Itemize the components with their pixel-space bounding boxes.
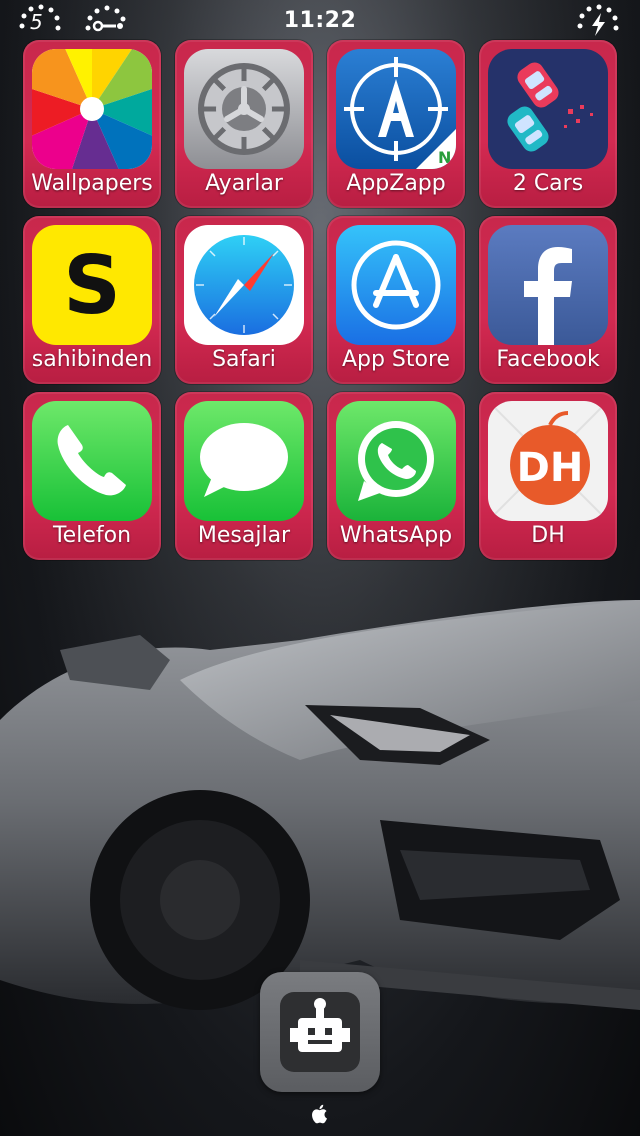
app-dh[interactable]: DH DH [479,392,617,560]
app-label: 2 Cars [512,171,584,196]
whatsapp-icon [336,401,456,521]
dh-icon: DH [488,401,608,521]
app-label: Ayarlar [205,171,283,196]
svg-text:DH: DH [517,445,584,491]
phone-icon [32,401,152,521]
svg-text:S: S [63,239,121,332]
sahibinden-icon: S [32,225,152,345]
app-appzapp[interactable]: N AppZapp [327,40,465,208]
app-label: Safari [212,347,276,372]
app-facebook[interactable]: Facebook [479,216,617,384]
messages-icon [184,401,304,521]
appzapp-icon: N [336,49,456,169]
app-app-store[interactable]: App Store [327,216,465,384]
robot-app-icon [280,992,360,1072]
dock-app-button[interactable] [260,972,380,1092]
svg-text:N: N [438,148,451,167]
status-bar: 5 11:22 [0,0,640,44]
battery-charging-icon [574,4,622,38]
app-label: WhatsApp [339,523,453,548]
facebook-icon [488,225,608,345]
app-label: Mesajlar [197,523,291,548]
app-label: Facebook [496,347,600,372]
app-sahibinden[interactable]: S sahibinden [23,216,161,384]
app-label: Telefon [52,523,132,548]
app-label: Wallpapers [31,171,153,196]
app-label: sahibinden [31,347,153,372]
app-label: AppZapp [346,171,446,196]
app-mesajlar[interactable]: Mesajlar [175,392,313,560]
app-wallpapers[interactable]: Wallpapers [23,40,161,208]
app-2-cars[interactable]: 2 Cars [479,40,617,208]
wallpapers-icon [32,49,152,169]
app-label: App Store [341,347,451,372]
app-telefon[interactable]: Telefon [23,392,161,560]
app-safari[interactable]: Safari [175,216,313,384]
app-label: DH [531,523,565,548]
clock-time: 11:22 [283,8,357,33]
app-whatsapp[interactable]: WhatsApp [327,392,465,560]
app-store-icon [336,225,456,345]
apple-logo-icon [312,1104,327,1124]
settings-gear-icon [184,49,304,169]
two-cars-icon [488,49,608,169]
safari-compass-icon [184,225,304,345]
app-ayarlar[interactable]: Ayarlar [175,40,313,208]
